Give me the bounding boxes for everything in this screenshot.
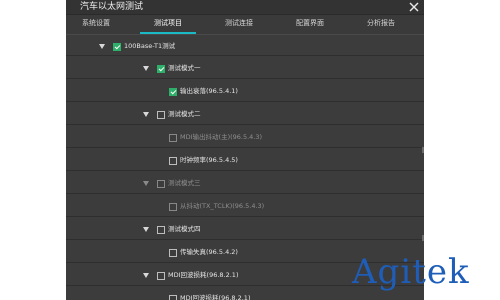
tab-bar: 系统设置 测试项目 测试连接 配置界面 分析报告: [66, 15, 424, 35]
tree-label: 输出衰落(96.5.4.1): [180, 87, 238, 95]
divider: [66, 147, 424, 148]
active-tab-indicator: [140, 32, 196, 34]
agitek-watermark-logo: Agitek: [352, 252, 470, 292]
tree-label: 时钟频率(96.5.4.5): [180, 156, 238, 164]
tree-row-mode2[interactable]: 测试模式二: [66, 108, 424, 120]
tree-label: MDI回波损耗(96.8.2.1): [168, 271, 239, 279]
window-title: 汽车以太网测试: [80, 2, 144, 12]
tab-config[interactable]: 配置界面: [280, 18, 340, 28]
checkbox-mode3[interactable]: [157, 180, 165, 188]
tab-test-connection[interactable]: 测试连接: [209, 18, 269, 28]
tree-row-item-9545[interactable]: 时钟频率(96.5.4.5): [66, 154, 424, 166]
tree-label: 从抖动(TX_TCLK)(96.5.4.3): [180, 202, 265, 210]
tree-row-item-9543-slave[interactable]: 从抖动(TX_TCLK)(96.5.4.3): [66, 200, 424, 212]
checkbox-item-9821[interactable]: [169, 295, 177, 300]
tree-row-mode1[interactable]: 测试模式一: [66, 62, 424, 74]
checkbox-item-9541[interactable]: [169, 88, 177, 96]
checkbox-item-9542[interactable]: [169, 249, 177, 257]
tree-row-mode3[interactable]: 测试模式三: [66, 177, 424, 189]
tab-analysis-report[interactable]: 分析报告: [351, 18, 411, 28]
tree-label: 测试模式三: [168, 179, 201, 187]
tree-row-root[interactable]: 100Base-T1测试: [66, 40, 424, 52]
tree-label: 传输失真(96.5.4.2): [180, 248, 238, 256]
divider: [66, 170, 424, 171]
checkbox-mode4[interactable]: [157, 226, 165, 234]
expand-arrow-icon[interactable]: [143, 181, 149, 186]
checkbox-mode2[interactable]: [157, 111, 165, 119]
tree-label: MDI输出抖动(主)(96.5.4.3): [180, 133, 263, 141]
expand-arrow-icon[interactable]: [143, 66, 149, 71]
divider: [66, 55, 424, 56]
expand-arrow-icon[interactable]: [143, 227, 149, 232]
expand-arrow-icon[interactable]: [99, 44, 105, 49]
tree-row-item-9543-mdi[interactable]: MDI输出抖动(主)(96.5.4.3): [66, 131, 424, 143]
tree-row-item-9821[interactable]: MDI回波损耗(96.8.2.1): [66, 292, 424, 300]
checkbox-item-9545[interactable]: [169, 157, 177, 165]
tree-label: MDI回波损耗(96.8.2.1): [180, 294, 251, 300]
title-bar: 汽车以太网测试: [66, 0, 424, 15]
divider: [66, 124, 424, 125]
checkbox-item-9543-slave[interactable]: [169, 203, 177, 211]
tree-label: 测试模式二: [168, 110, 201, 118]
tree-row-item-9541[interactable]: 输出衰落(96.5.4.1): [66, 85, 424, 97]
scrollbar-thumb[interactable]: [422, 235, 424, 241]
checkbox-root[interactable]: [113, 43, 121, 51]
tree-row-mode4[interactable]: 测试模式四: [66, 223, 424, 235]
divider: [66, 101, 424, 102]
tree-label: 100Base-T1测试: [124, 42, 176, 50]
tab-system-settings[interactable]: 系统设置: [66, 18, 126, 28]
checkbox-item-9543-mdi[interactable]: [169, 134, 177, 142]
tree-label: 测试模式四: [168, 225, 201, 233]
checkbox-mdi-return[interactable]: [157, 272, 165, 280]
divider: [66, 78, 424, 79]
close-icon[interactable]: [408, 1, 420, 13]
checkbox-mode1[interactable]: [157, 65, 165, 73]
divider: [66, 239, 424, 240]
expand-arrow-icon[interactable]: [143, 273, 149, 278]
scrollbar-thumb[interactable]: [422, 147, 424, 153]
divider: [66, 216, 424, 217]
tree-label: 测试模式一: [168, 64, 201, 72]
expand-arrow-icon[interactable]: [143, 112, 149, 117]
tab-test-items[interactable]: 测试项目: [138, 18, 198, 28]
divider: [66, 193, 424, 194]
